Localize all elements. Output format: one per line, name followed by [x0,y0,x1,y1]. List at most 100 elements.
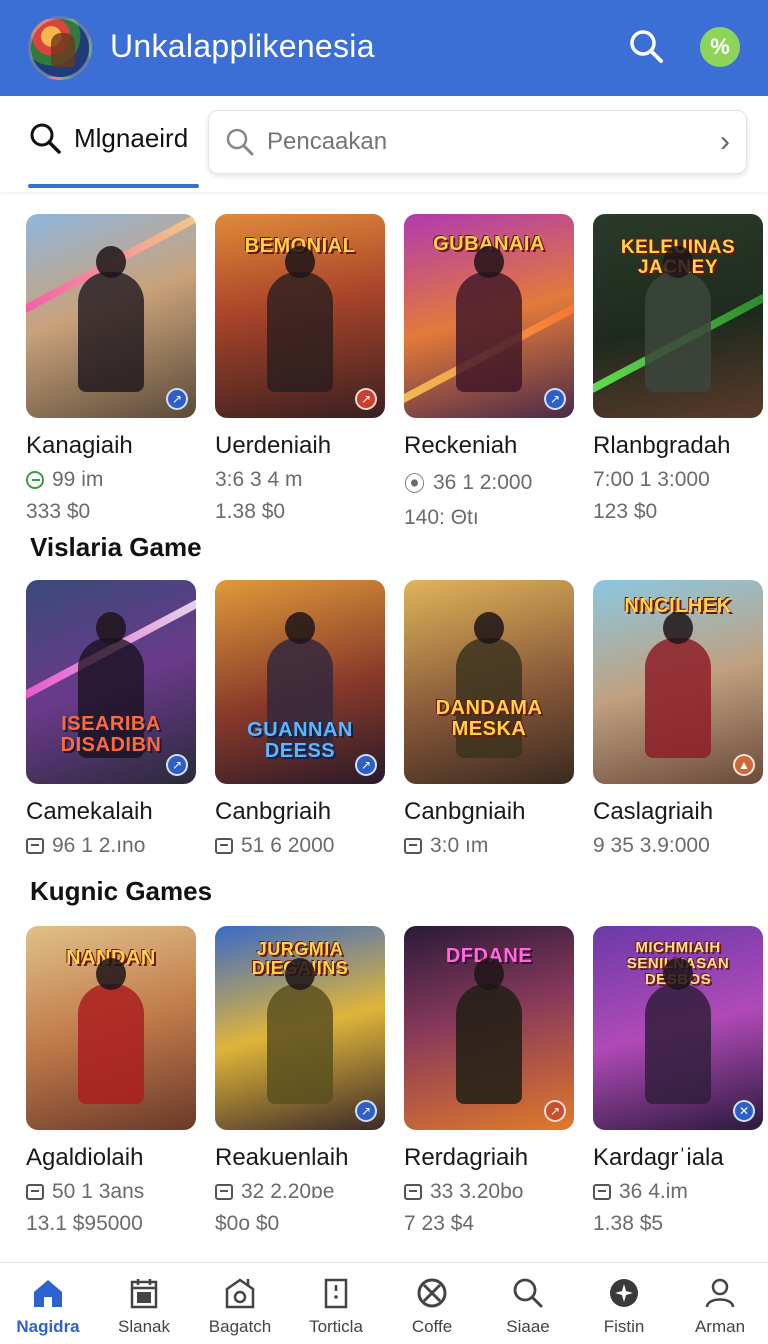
top-app-bar: Unkalapplikenesia % [0,0,768,96]
store-icon [225,1278,255,1309]
chevron-right-icon[interactable]: › [720,127,730,157]
search-input[interactable] [267,128,720,156]
search-box[interactable]: › [208,110,747,174]
pin-icon: ⦿ [404,473,425,496]
search-icon [30,123,61,154]
app-logo[interactable] [28,16,92,80]
box-icon [215,838,233,854]
nav-label: Nagidra [16,1317,80,1336]
game-stat: 9 35 3.9:000 [593,834,710,857]
game-price: 123 $0 [593,500,658,523]
app-root: Unkalapplikenesia % Mlgnaeird › [0,0,768,1344]
game-card[interactable]: DANDAMA MESKA Canbgniaih 3:0 ım [404,580,574,858]
game-card[interactable]: KELEUINAS JACNEY Rlanbgradah 7:00 1 3:00… [593,214,763,530]
game-thumbnail[interactable]: JURGMIA DIEGAIINS ↗ [215,926,385,1130]
nav-item-search[interactable]: Siaae [480,1263,576,1344]
game-price: 13.1 $95000 [26,1212,143,1235]
game-row-2: ISEARIBA DISADIBN ↗ Camekalaih 96 1 2.ın… [26,580,768,858]
nav-item-store[interactable]: Bagatch [192,1263,288,1344]
game-name: Caslagriaih [593,798,714,825]
game-price: 7 23 $4 [404,1212,475,1235]
box-icon [215,1184,233,1200]
game-thumbnail[interactable]: KELEUINAS JACNEY [593,214,763,418]
badge-icon: ↗ [355,388,377,410]
badge-icon: ↗ [355,1100,377,1122]
search-icon [513,1278,543,1308]
game-thumbnail[interactable]: BEMONIAL ↗ [215,214,385,418]
game-card[interactable]: BEMONIAL ↗ Uerdeniaih 3:6 3 4 m 1.38 $0 [215,214,385,530]
game-stat: 96 1 2.ıno [52,834,146,857]
nav-label: Fistin [603,1317,645,1336]
nav-item-calendar[interactable]: Slanak [96,1263,192,1344]
badge-icon: ↗ [544,388,566,410]
nav-item-home[interactable]: Nagidra [0,1263,96,1344]
blocked-circle-icon [417,1278,447,1308]
game-stat: 99 im [52,468,104,491]
game-stat: 33 3.20bo [430,1180,524,1203]
game-thumbnail[interactable]: ISEARIBA DISADIBN ↗ [26,580,196,784]
game-card[interactable]: NANDAN Agaldiolaih 50 1 3ans 13.1 $95000 [26,926,196,1236]
game-price: 1.38 $0 [215,500,286,523]
nav-item-profile[interactable]: Arman [672,1263,768,1344]
box-icon [404,838,422,854]
game-thumbnail[interactable]: NNCILHEK ▲ [593,580,763,784]
section-title: Kugnic Games [30,876,213,906]
game-card[interactable]: GUANNAN DEESS ↗ Canbgriaih 51 6 2000 [215,580,385,858]
badge-icon: ↗ [166,754,188,776]
nav-item-document[interactable]: Torticla [288,1263,384,1344]
download-icon [26,471,44,489]
nav-item-blocked[interactable]: Coffe [384,1263,480,1344]
game-card[interactable]: NNCILHEK ▲ Caslagriaih 9 35 3.9:000 [593,580,763,858]
thumbnail-art-title: ISEARIBA DISADIBN [60,713,162,756]
user-icon [705,1278,735,1308]
nav-item-gamepad[interactable]: Fistin [576,1263,672,1344]
game-stat: 3:6 3 4 m [215,468,303,491]
section-title: Vislaria Game [30,532,202,562]
game-card[interactable]: ↗ Kanagiaih 99 im 333 $0 [26,214,196,530]
game-card[interactable]: GUBANAIA ↗ Reckeniah ⦿ 36 1 2:000 140: Θt… [404,214,574,530]
game-card[interactable]: DFDANE ↗ Rerdagriaih 33 3.20bo 7 23 $4 [404,926,574,1236]
calendar-icon [130,1279,158,1309]
game-card[interactable]: JURGMIA DIEGAIINS ↗ Reakuenlaih 32 2.20ɒ… [215,926,385,1236]
game-name: Uerdeniaih [215,432,332,459]
game-name: Reckeniah [404,432,518,459]
box-icon [26,838,44,854]
box-icon [26,1184,44,1200]
active-tab-indicator [28,184,199,188]
document-icon [324,1278,348,1309]
home-icon [34,1280,62,1307]
game-thumbnail[interactable]: NANDAN [26,926,196,1130]
box-icon [593,1184,611,1200]
game-name: Camekalaih [26,798,153,825]
bottom-nav: Nagidra Slanak Bagatch Torticla Coffe Si… [0,1262,768,1344]
game-name: Canbgniaih [404,798,526,825]
game-name: Rlanbgradah [593,432,731,459]
game-thumbnail[interactable]: ↗ [26,214,196,418]
discount-badge-icon[interactable]: % [700,27,740,67]
nav-label: Torticla [309,1317,363,1336]
game-thumbnail[interactable]: DANDAMA MESKA [404,580,574,784]
game-thumbnail[interactable]: DFDANE ↗ [404,926,574,1130]
game-thumbnail[interactable]: GUANNAN DEESS ↗ [215,580,385,784]
search-icon [226,128,254,156]
game-stat: 7:00 1 3:000 [593,468,710,491]
game-price: 1.38 $5 [593,1212,664,1235]
game-stat: 36 1 2:000 [433,471,533,494]
game-thumbnail[interactable]: MICHMIAIH SENILNASAN DESBOS ✕ [593,926,763,1130]
box-icon [404,1184,422,1200]
badge-icon: ↗ [355,754,377,776]
search-icon[interactable] [626,26,666,66]
game-card[interactable]: ISEARIBA DISADIBN ↗ Camekalaih 96 1 2.ın… [26,580,196,858]
tab-mlgnaeird[interactable]: Mlgnaeird [28,116,188,160]
game-thumbnail[interactable]: GUBANAIA ↗ [404,214,574,418]
nav-label: Coffe [411,1317,453,1336]
game-name: Canbgriaih [215,798,332,825]
badge-icon: ✕ [733,1100,755,1122]
game-card[interactable]: MICHMIAIH SENILNASAN DESBOS ✕ Kardagrˈia… [593,926,763,1236]
nav-label: Arman [694,1317,746,1336]
badge-icon: ↗ [166,388,188,410]
game-row-1: ↗ Kanagiaih 99 im 333 $0 BEMONIAL ↗ Uerd… [26,214,768,530]
thumbnail-art-title: DANDAMA MESKA [435,697,543,740]
game-row-3: NANDAN Agaldiolaih 50 1 3ans 13.1 $95000… [26,926,768,1236]
game-stat: 51 6 2000 [241,834,335,857]
